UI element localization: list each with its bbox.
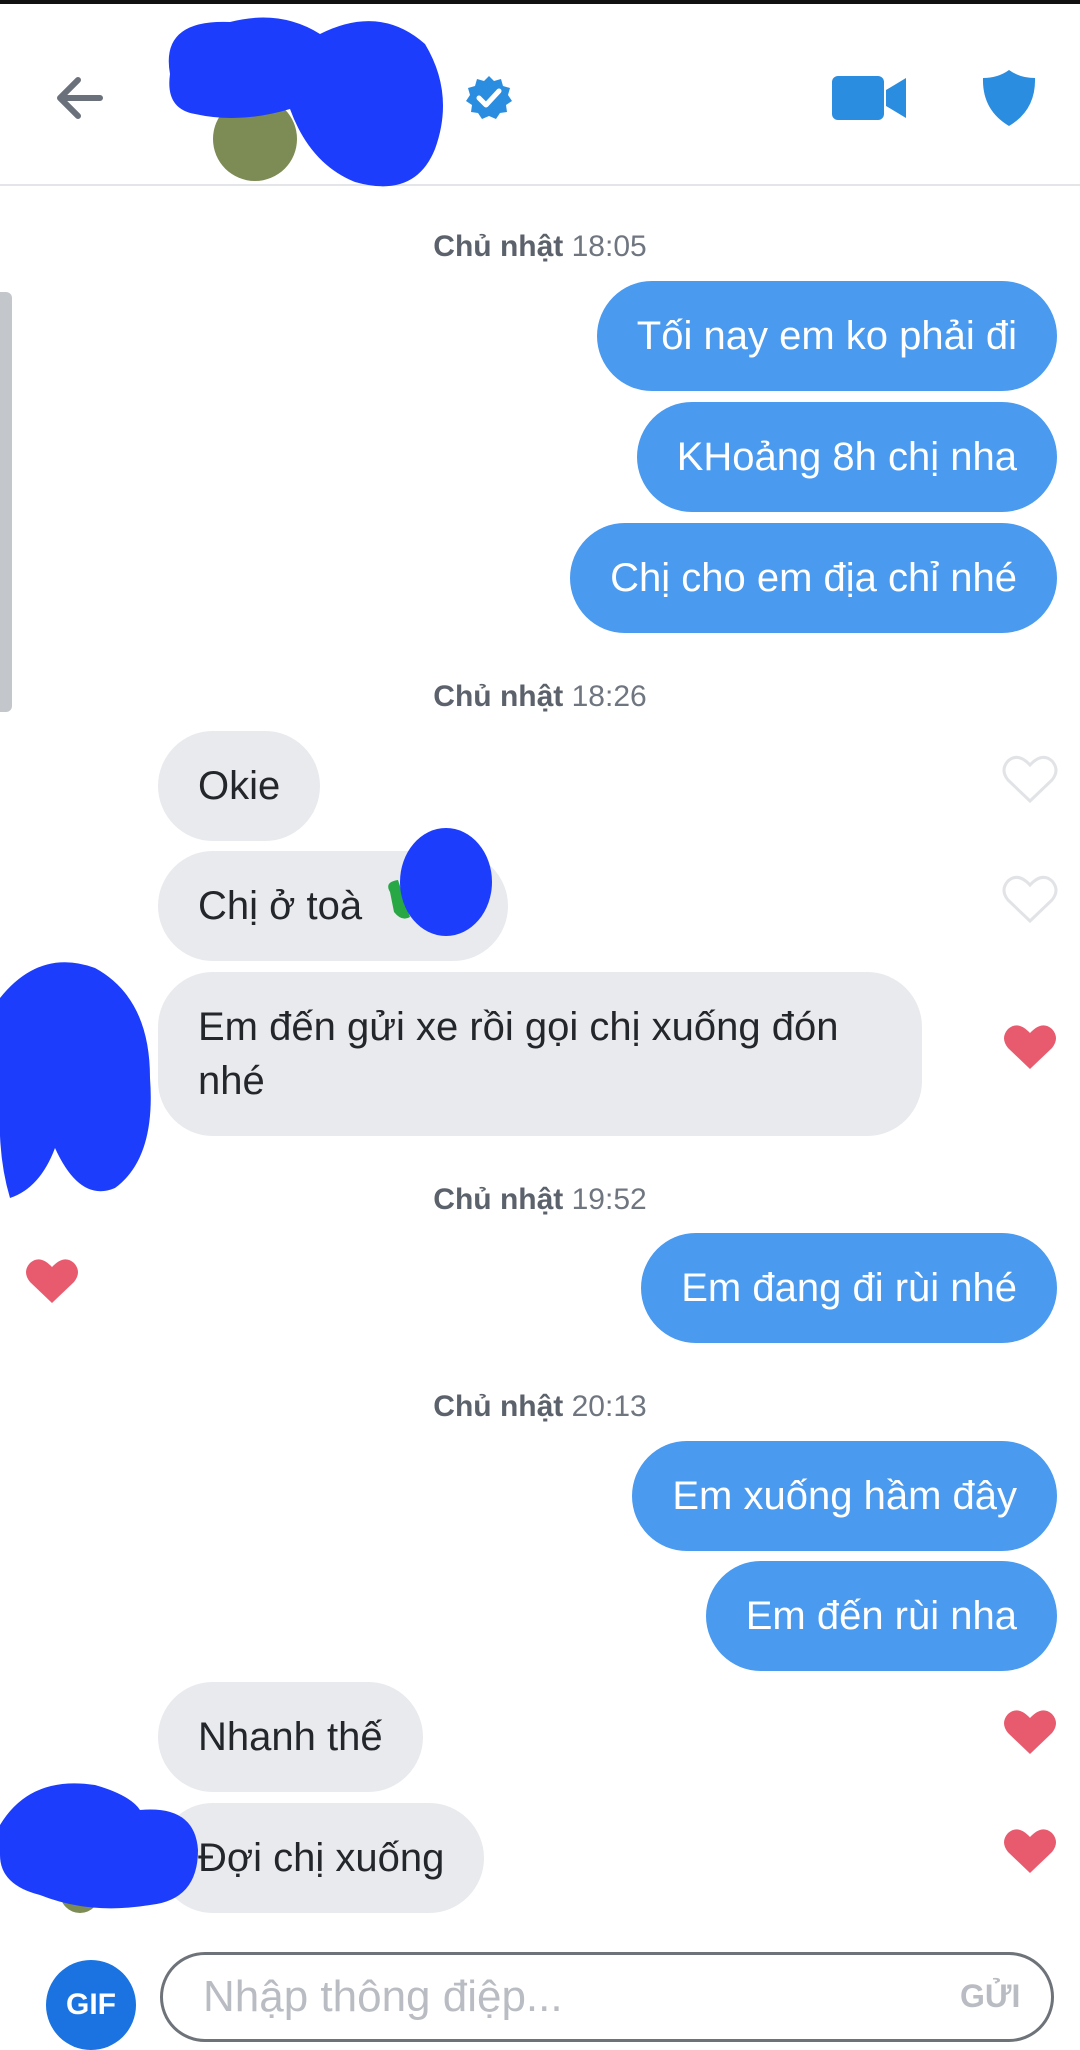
send-button[interactable]: GỬI [960,1978,1020,2015]
liked-heart-icon[interactable] [24,1256,80,1306]
timestamp-day: Chủ nhật [433,1390,564,1423]
message-incoming[interactable]: Em đến gửi xe rồi gọi chị xuống đón nhé [158,972,922,1136]
back-arrow-icon[interactable] [48,66,112,130]
timestamp: Chủ nhật 18:05 [0,230,1080,264]
scroll-indicator[interactable] [0,292,12,712]
message-outgoing[interactable]: Tối nay em ko phải đi [596,281,1057,391]
message-outgoing[interactable]: Em đang đi rùi nhé [641,1233,1057,1343]
timestamp-day: Chủ nhật [433,1183,564,1216]
message-incoming[interactable]: Đợi chị xuống [158,1803,485,1913]
timestamp-time: 19:52 [571,1183,647,1216]
liked-heart-icon[interactable] [1002,1826,1058,1876]
timestamp: Chủ nhật 20:13 [0,1390,1080,1424]
video-call-icon[interactable] [830,72,908,124]
verified-badge-icon [466,76,512,119]
timestamp: Chủ nhật 18:26 [0,680,1080,714]
like-heart-icon[interactable] [1002,754,1058,804]
chat-header [0,4,1080,189]
message-incoming[interactable]: Okie [158,731,321,841]
like-heart-icon[interactable] [1002,874,1058,924]
redaction-mark [388,828,492,936]
message-input[interactable] [160,1952,1054,2042]
redaction-mark [0,1783,198,1913]
message-outgoing[interactable]: Em xuống hầm đây [632,1441,1057,1551]
timestamp-day: Chủ nhật [433,230,564,263]
timestamp-time: 18:05 [571,230,647,263]
liked-heart-icon[interactable] [1002,1022,1058,1072]
timestamp: Chủ nhật 19:52 [0,1183,1080,1217]
redaction-mark [0,962,151,1198]
message-outgoing[interactable]: Chị cho em địa chỉ nhé [570,523,1057,633]
timestamp-day: Chủ nhật [433,680,564,713]
liked-heart-icon[interactable] [1002,1707,1058,1757]
timestamp-time: 18:26 [571,680,647,713]
gif-button[interactable]: GIF [46,1960,136,2050]
message-outgoing[interactable]: Em đến rùi nha [705,1561,1057,1671]
safety-shield-icon[interactable] [980,68,1038,128]
message-outgoing[interactable]: KHoảng 8h chị nha [636,402,1057,512]
avatar[interactable] [150,14,450,189]
timestamp-time: 20:13 [571,1390,647,1423]
